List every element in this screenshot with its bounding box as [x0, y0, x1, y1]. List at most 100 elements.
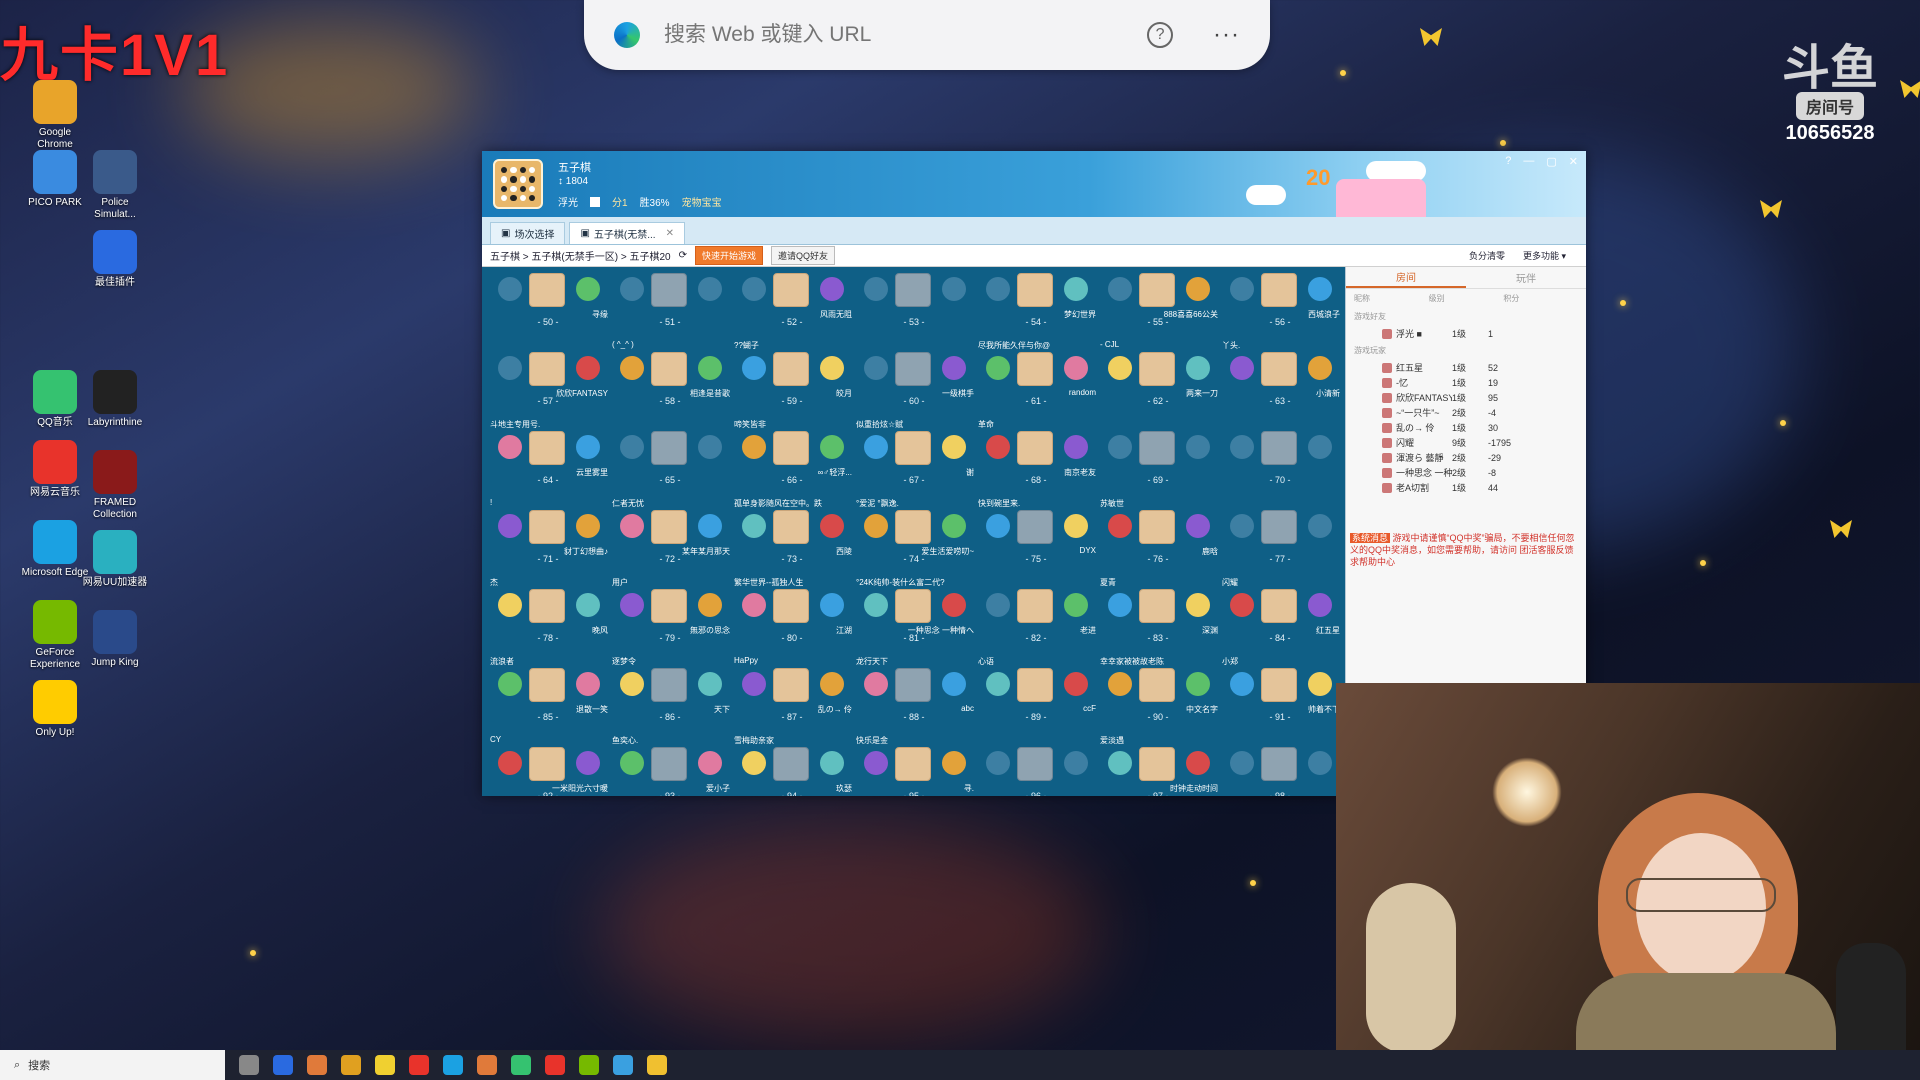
- board-icon[interactable]: [529, 431, 565, 465]
- board-icon[interactable]: [651, 510, 687, 544]
- tab-gomoku-room[interactable]: ▣ 五子棋(无禁... ✕: [569, 222, 685, 244]
- game-table[interactable]: - CJL 两来一刀 - 62 -: [1100, 340, 1218, 430]
- right-seat[interactable]: [1186, 751, 1210, 775]
- board-icon[interactable]: [773, 747, 809, 781]
- right-seat[interactable]: [820, 593, 844, 617]
- right-seat[interactable]: [698, 751, 722, 775]
- right-seat[interactable]: [1186, 593, 1210, 617]
- board-icon[interactable]: [1017, 747, 1053, 781]
- right-seat[interactable]: [576, 672, 600, 696]
- board-icon[interactable]: [529, 273, 565, 307]
- right-seat[interactable]: [698, 356, 722, 380]
- left-seat[interactable]: [1108, 514, 1132, 538]
- left-seat[interactable]: [986, 751, 1010, 775]
- game-table[interactable]: 寻缘 - 50 -: [490, 273, 608, 351]
- refresh-icon[interactable]: ⟳: [679, 250, 687, 261]
- right-seat[interactable]: [1064, 751, 1088, 775]
- right-seat[interactable]: [1186, 672, 1210, 696]
- player-row[interactable]: ~“一只牛”~ 2级 -4: [1346, 405, 1586, 420]
- desktop-shortcut[interactable]: Google Chrome: [20, 80, 90, 151]
- right-seat[interactable]: [698, 672, 722, 696]
- right-seat[interactable]: [698, 277, 722, 301]
- board-icon[interactable]: [651, 431, 687, 465]
- board-icon[interactable]: [1261, 273, 1297, 307]
- board-icon[interactable]: [651, 747, 687, 781]
- board-icon[interactable]: [1261, 747, 1297, 781]
- left-seat[interactable]: [742, 672, 766, 696]
- board-icon[interactable]: [1139, 431, 1175, 465]
- left-seat[interactable]: [1230, 751, 1254, 775]
- left-seat[interactable]: [1108, 356, 1132, 380]
- left-seat[interactable]: [742, 751, 766, 775]
- taskbar-app-icon[interactable]: [273, 1055, 293, 1075]
- board-icon[interactable]: [1139, 510, 1175, 544]
- board-icon[interactable]: [895, 352, 931, 386]
- right-seat[interactable]: [820, 435, 844, 459]
- player-row[interactable]: 闪耀 9级 -1795: [1346, 435, 1586, 450]
- right-seat[interactable]: [1308, 435, 1332, 459]
- right-seat[interactable]: [820, 356, 844, 380]
- right-seat[interactable]: [942, 672, 966, 696]
- right-seat[interactable]: [942, 514, 966, 538]
- left-seat[interactable]: [620, 514, 644, 538]
- left-seat[interactable]: [986, 277, 1010, 301]
- game-table[interactable]: - 70 -: [1222, 431, 1340, 509]
- taskbar-app-icon[interactable]: [511, 1055, 531, 1075]
- left-seat[interactable]: [742, 277, 766, 301]
- right-seat[interactable]: [1064, 356, 1088, 380]
- board-icon[interactable]: [1017, 589, 1053, 623]
- board-icon[interactable]: [895, 510, 931, 544]
- board-icon[interactable]: [773, 273, 809, 307]
- help-icon[interactable]: ?: [1147, 22, 1174, 48]
- right-seat[interactable]: [1308, 672, 1332, 696]
- minimize-button[interactable]: —: [1523, 155, 1534, 168]
- game-table[interactable]: ( ^_^ ) 相逢是昔歌 - 58 -: [612, 340, 730, 430]
- board-icon[interactable]: [1139, 589, 1175, 623]
- right-seat[interactable]: [820, 751, 844, 775]
- board-icon[interactable]: [773, 352, 809, 386]
- board-icon[interactable]: [1017, 352, 1053, 386]
- game-table[interactable]: ! 豺丁幻想曲♪ - 71 -: [490, 498, 608, 588]
- right-seat[interactable]: [942, 751, 966, 775]
- left-seat[interactable]: [1108, 672, 1132, 696]
- left-seat[interactable]: [620, 435, 644, 459]
- tab-room-select[interactable]: ▣ 场次选择: [490, 222, 566, 244]
- left-seat[interactable]: [864, 356, 888, 380]
- left-seat[interactable]: [620, 277, 644, 301]
- right-seat[interactable]: [1186, 435, 1210, 459]
- right-seat[interactable]: [1186, 277, 1210, 301]
- game-table[interactable]: - 98 -: [1222, 747, 1340, 796]
- left-seat[interactable]: [498, 672, 522, 696]
- more-functions-button[interactable]: 更多功能 ▾: [1523, 249, 1566, 262]
- left-seat[interactable]: [620, 751, 644, 775]
- game-table[interactable]: 闪耀 红五星 - 84 -: [1222, 578, 1340, 667]
- game-table[interactable]: 心语 ccF - 89 -: [978, 657, 1096, 746]
- player-row[interactable]: 乱の→ 伶 1级 30: [1346, 420, 1586, 435]
- game-table[interactable]: 尽我所能久伴与你@ random - 61 -: [978, 341, 1096, 430]
- left-seat[interactable]: [986, 356, 1010, 380]
- board-icon[interactable]: [895, 747, 931, 781]
- game-table[interactable]: 快乐是金 寻. - 95 -: [856, 736, 974, 796]
- right-seat[interactable]: [698, 593, 722, 617]
- pet-link[interactable]: 宠物宝宝: [682, 194, 722, 209]
- game-table[interactable]: - 53 -: [856, 273, 974, 351]
- game-table[interactable]: 老进 - 82 -: [978, 589, 1096, 667]
- tab-room[interactable]: 房间: [1346, 267, 1466, 288]
- quick-start-button[interactable]: 快速开始游戏: [694, 246, 763, 265]
- left-seat[interactable]: [864, 277, 888, 301]
- board-icon[interactable]: [1017, 431, 1053, 465]
- board-icon[interactable]: [529, 747, 565, 781]
- right-seat[interactable]: [1064, 277, 1088, 301]
- right-seat[interactable]: [1308, 751, 1332, 775]
- left-seat[interactable]: [986, 435, 1010, 459]
- board-icon[interactable]: [1261, 431, 1297, 465]
- right-seat[interactable]: [942, 277, 966, 301]
- left-seat[interactable]: [986, 672, 1010, 696]
- board-icon[interactable]: [651, 352, 687, 386]
- game-table[interactable]: CY 一米阳光六寸暖 - 92 -: [490, 735, 608, 796]
- taskbar-app-icon[interactable]: [443, 1055, 463, 1075]
- player-row[interactable]: 浮光 ■ 1级 1: [1346, 326, 1586, 341]
- right-seat[interactable]: [576, 435, 600, 459]
- board-icon[interactable]: [773, 431, 809, 465]
- tab-partners[interactable]: 玩伴: [1466, 267, 1586, 288]
